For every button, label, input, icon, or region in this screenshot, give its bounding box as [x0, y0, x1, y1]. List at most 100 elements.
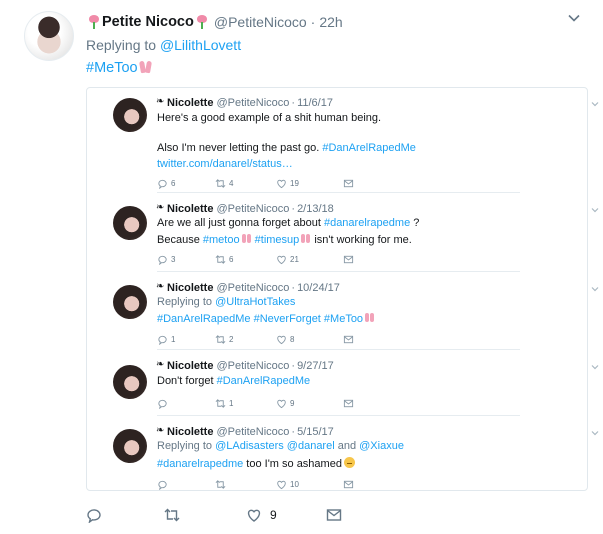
- timestamp[interactable]: 11/6/17: [297, 97, 333, 109]
- user-handle[interactable]: @PetiteNicoco: [214, 14, 307, 30]
- avatar[interactable]: [113, 365, 147, 399]
- display-name[interactable]: Petite Nicoco: [102, 14, 194, 30]
- tweet-text: Also I'm never letting the past go.: [157, 142, 323, 154]
- chevron-down-icon[interactable]: [590, 359, 600, 370]
- avatar[interactable]: [113, 98, 147, 132]
- dm-button[interactable]: [326, 505, 342, 525]
- tweet-text: ?: [410, 217, 420, 229]
- dm-button[interactable]: [343, 397, 354, 409]
- avatar[interactable]: [113, 206, 147, 240]
- timestamp[interactable]: 9/27/17: [297, 360, 334, 372]
- reply-button[interactable]: 6: [157, 177, 175, 189]
- timestamp[interactable]: 2/13/18: [297, 203, 334, 215]
- reply-mention[interactable]: @LAdisasters: [215, 440, 284, 452]
- replying-to-label: Replying to: [86, 37, 160, 53]
- user-handle[interactable]: @PetiteNicoco: [216, 203, 289, 215]
- reply-button[interactable]: [157, 397, 171, 409]
- dm-button[interactable]: [343, 478, 354, 490]
- avatar[interactable]: [113, 285, 147, 319]
- chevron-down-icon[interactable]: [567, 11, 581, 25]
- display-name[interactable]: Nicolette: [167, 360, 213, 372]
- reply-mention[interactable]: @Xiaxue: [359, 440, 404, 452]
- heart-bullet-icon: [156, 359, 165, 370]
- thread-tweet[interactable]: Nicolette @PetiteNicoco · 11/6/17 Here's…: [113, 96, 599, 193]
- retweet-icon: [215, 398, 226, 408]
- reply-icon: [158, 179, 167, 189]
- tweet-header: Petite Nicoco @PetiteNicoco · 22h: [86, 12, 343, 32]
- hashtag[interactable]: #danarelrapedme: [157, 458, 243, 470]
- retweet-button[interactable]: [215, 478, 229, 490]
- like-button[interactable]: 9: [276, 397, 294, 409]
- hashtags[interactable]: #DanArelRapedMe #NeverForget #MeToo: [157, 313, 363, 325]
- user-handle[interactable]: @PetiteNicoco: [216, 282, 289, 294]
- retweet-count: 6: [229, 254, 234, 264]
- timestamp[interactable]: 22h: [319, 14, 342, 30]
- tweet-text-line: Because #metoo #timesup isn't working fo…: [157, 233, 412, 246]
- reply-mention[interactable]: @UltraHotTakes: [215, 296, 295, 308]
- hashtag[interactable]: #danarelrapedme: [324, 217, 410, 229]
- retweet-button[interactable]: 1: [215, 397, 233, 409]
- like-count: 19: [290, 178, 299, 188]
- timestamp[interactable]: 10/24/17: [297, 282, 340, 294]
- tweet-header: Nicolette @PetiteNicoco · 10/24/17: [156, 281, 340, 295]
- envelope-icon: [343, 179, 354, 187]
- replying-to-label: Replying to: [157, 296, 216, 308]
- reply-count: 3: [171, 254, 176, 264]
- chevron-down-icon[interactable]: [590, 202, 600, 213]
- quoted-thread-card[interactable]: Nicolette @PetiteNicoco · 11/6/17 Here's…: [86, 87, 599, 491]
- like-count: 9: [290, 398, 295, 408]
- avatar[interactable]: [113, 429, 147, 463]
- avatar[interactable]: [24, 11, 74, 61]
- thread-tweet[interactable]: Nicolette @PetiteNicoco · 10/24/17 Reply…: [113, 281, 599, 350]
- reply-button[interactable]: [157, 478, 171, 490]
- reply-button[interactable]: 3: [157, 253, 175, 265]
- user-handle[interactable]: @PetiteNicoco: [216, 97, 289, 109]
- retweet-button[interactable]: 2: [215, 333, 233, 345]
- tweet-text-line: Are we all just gonna forget about #dana…: [157, 217, 419, 229]
- display-name[interactable]: Nicolette: [167, 97, 213, 109]
- thread-tweet[interactable]: Nicolette @PetiteNicoco · 2/13/18 Are we…: [113, 202, 599, 272]
- tweet-link[interactable]: twitter.com/danarel/status…: [157, 158, 293, 170]
- reply-icon: [158, 335, 167, 345]
- like-button[interactable]: 9: [246, 505, 277, 525]
- reply-count: 1: [171, 334, 176, 344]
- tweet-text: Because: [157, 234, 203, 246]
- retweet-button[interactable]: 6: [215, 253, 233, 265]
- chevron-down-icon[interactable]: [590, 96, 600, 107]
- chevron-down-icon[interactable]: [590, 425, 600, 436]
- like-button[interactable]: 19: [276, 177, 299, 189]
- reply-mention[interactable]: @LilithLovett: [160, 37, 241, 53]
- retweet-button[interactable]: [164, 505, 188, 525]
- reply-icon: [158, 399, 167, 409]
- dm-button[interactable]: [343, 253, 354, 265]
- dm-button[interactable]: [343, 177, 354, 189]
- timestamp[interactable]: 5/15/17: [297, 426, 334, 438]
- retweet-button[interactable]: 4: [215, 177, 233, 189]
- retweet-count: 4: [229, 178, 234, 188]
- hashtag[interactable]: #MeToo: [86, 60, 138, 76]
- reply-mention[interactable]: @danarel: [287, 440, 335, 452]
- tweet-link-line: twitter.com/danarel/status…: [157, 158, 293, 170]
- display-name[interactable]: Nicolette: [167, 203, 213, 215]
- like-button[interactable]: 21: [276, 253, 299, 265]
- sad-face-icon: [343, 457, 355, 468]
- replying-to: Replying to @LAdisasters @danarel and @X…: [157, 440, 404, 452]
- hashtag[interactable]: #DanArelRapedMe: [217, 375, 311, 387]
- thread-tweet[interactable]: Nicolette @PetiteNicoco · 5/15/17 Replyi…: [113, 425, 599, 491]
- user-handle[interactable]: @PetiteNicoco: [216, 360, 289, 372]
- reply-button[interactable]: 1: [157, 333, 175, 345]
- dm-button[interactable]: [343, 333, 354, 345]
- heart-bullet-icon: [156, 281, 165, 292]
- like-button[interactable]: 10: [276, 478, 299, 490]
- hashtag[interactable]: #timesup: [255, 234, 300, 246]
- thread-tweet[interactable]: Nicolette @PetiteNicoco · 9/27/17 Don't …: [113, 359, 599, 416]
- like-button[interactable]: 8: [276, 333, 294, 345]
- hashtag[interactable]: #metoo: [203, 234, 240, 246]
- display-name[interactable]: Nicolette: [167, 426, 213, 438]
- reply-button[interactable]: [86, 505, 102, 525]
- user-handle[interactable]: @PetiteNicoco: [216, 426, 289, 438]
- like-count: 8: [290, 334, 295, 344]
- hashtag[interactable]: #DanArelRapedMe: [322, 142, 416, 154]
- chevron-down-icon[interactable]: [590, 281, 600, 292]
- display-name[interactable]: Nicolette: [167, 282, 213, 294]
